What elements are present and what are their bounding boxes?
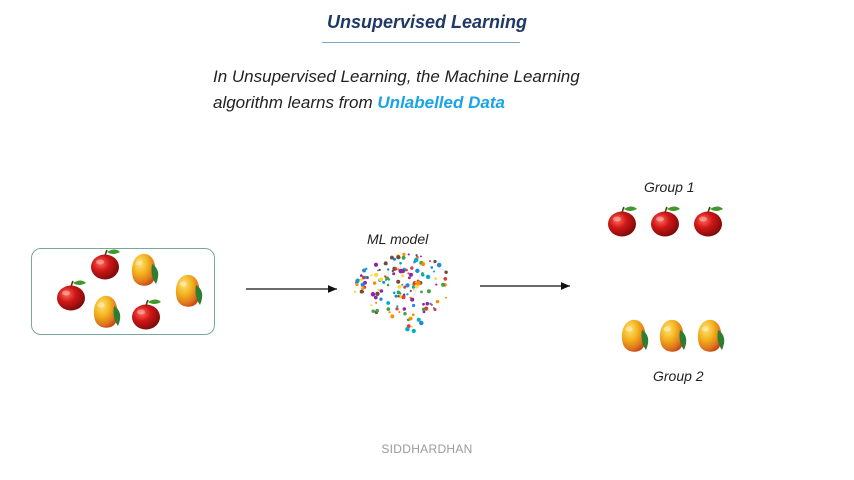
ml-model-label: ML model (367, 231, 429, 247)
subtitle-line2-prefix: algorithm learns from (213, 93, 373, 112)
apple-icon (132, 299, 161, 330)
mango-icon (659, 319, 687, 352)
mango-icon (621, 319, 649, 352)
subtitle: In Unsupervised Learning, the Machine Le… (213, 64, 733, 116)
apple-icon (694, 206, 723, 237)
apple-icon (57, 280, 86, 311)
apple-icon (651, 206, 680, 237)
subtitle-line1: In Unsupervised Learning, the Machine Le… (213, 67, 580, 86)
group2-label: Group 2 (653, 368, 704, 384)
page-title: Unsupervised Learning (326, 12, 528, 32)
mango-icon (93, 295, 121, 328)
mango-icon (131, 253, 159, 286)
subtitle-highlight: Unlabelled Data (377, 93, 505, 112)
watermark: SIDDHARDHAN (381, 442, 473, 456)
title-underline (322, 42, 520, 43)
arrow-right-icon (480, 282, 570, 290)
apple-icon (608, 206, 637, 237)
mango-icon (175, 274, 203, 307)
arrow-right-icon (246, 285, 337, 293)
group1-label: Group 1 (644, 179, 695, 195)
brain-network-icon (353, 252, 448, 334)
mango-icon (697, 319, 725, 352)
apple-icon (91, 249, 120, 280)
